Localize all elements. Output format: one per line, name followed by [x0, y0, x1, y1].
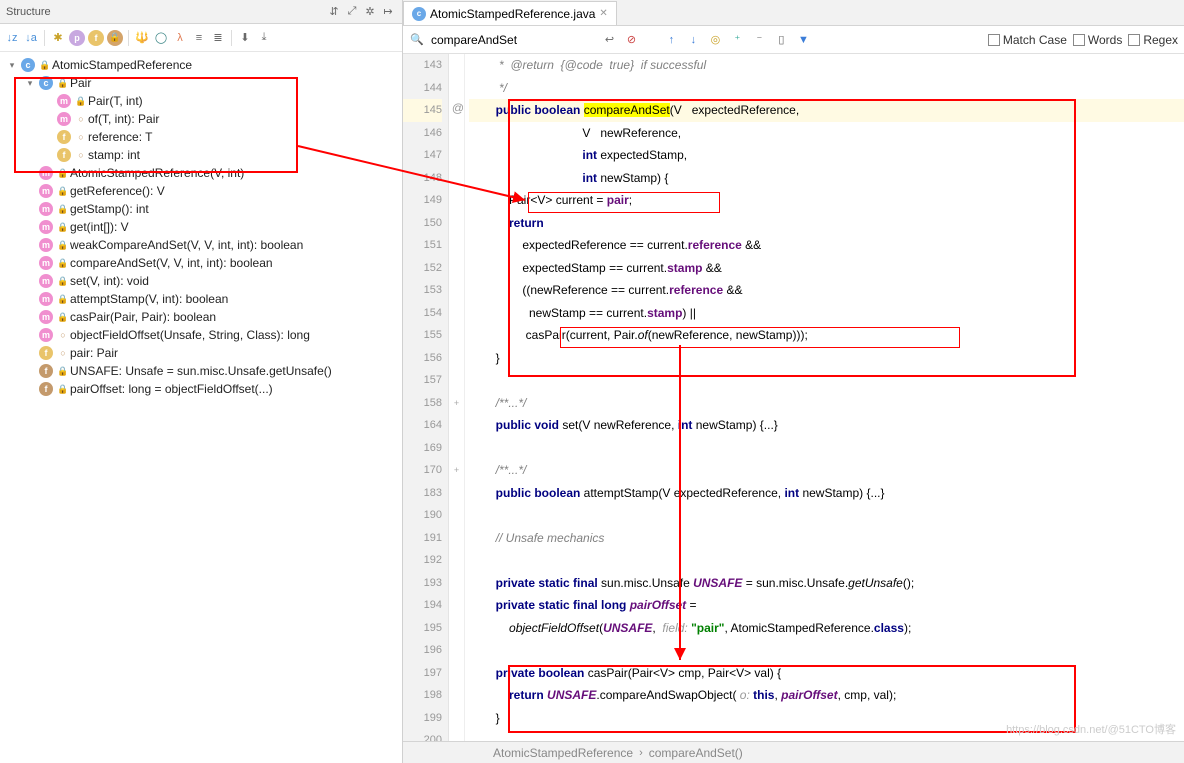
tree-node[interactable]: m🔒AtomicStampedReference(V, int) [2, 164, 400, 182]
settings-icon[interactable]: ✲ [362, 4, 378, 20]
sort-alpha2-icon[interactable]: ↓a [23, 30, 39, 46]
inherit-icon[interactable]: 🔱 [134, 30, 150, 46]
watermark: https://blog.csdn.net/@51CTO博客 [1006, 721, 1176, 737]
search-icon: 🔍 [409, 32, 425, 48]
code-area[interactable]: * @return {@code true} if successful */ … [465, 54, 1184, 741]
tree-node[interactable]: m🔒weakCompareAndSet(V, V, int, int): boo… [2, 236, 400, 254]
tree-node[interactable]: m🔒attemptStamp(V, int): boolean [2, 290, 400, 308]
tree-node[interactable]: m🔒getReference(): V [2, 182, 400, 200]
tree-node[interactable]: f🔒pairOffset: long = objectFieldOffset(.… [2, 380, 400, 398]
tree-node[interactable]: m🔒getStamp(): int [2, 200, 400, 218]
target-icon[interactable]: ◎ [707, 32, 723, 48]
breadcrumb-class[interactable]: AtomicStampedReference [493, 746, 633, 760]
code-editor[interactable]: 1431441451461471481491501511521531541551… [403, 54, 1184, 741]
back-icon[interactable]: ↩ [601, 32, 617, 48]
editor-panel: c AtomicStampedReference.java ✕ 🔍 ↩ ⊘ ↑ … [403, 0, 1184, 763]
tree-node[interactable]: m🔒set(V, int): void [2, 272, 400, 290]
tree-node[interactable]: m🔒Pair(T, int) [2, 92, 400, 110]
hide-icon[interactable]: ↦ [380, 4, 396, 20]
breadcrumb[interactable]: AtomicStampedReference › compareAndSet() [403, 741, 1184, 763]
next-match-icon[interactable]: ↓ [685, 32, 701, 48]
autoscroll-icon[interactable]: ⤓ [256, 30, 272, 46]
expand2-icon[interactable]: ≡ [191, 30, 207, 46]
breadcrumb-method[interactable]: compareAndSet() [649, 746, 743, 760]
rem-sel-icon[interactable]: ⁻ [751, 32, 767, 48]
match-case-checkbox[interactable]: Match Case [988, 33, 1067, 47]
sel-all-icon[interactable]: ▯ [773, 32, 789, 48]
search-input[interactable] [431, 33, 595, 47]
collapse2-icon[interactable]: ≣ [210, 30, 226, 46]
tree-node[interactable]: ▾c🔒AtomicStampedReference [2, 56, 400, 74]
java-class-icon: c [412, 7, 426, 21]
tree-node[interactable]: m🔒casPair(Pair, Pair): boolean [2, 308, 400, 326]
tree-node[interactable]: f○stamp: int [2, 146, 400, 164]
close-tab-icon[interactable]: ✕ [599, 8, 607, 19]
tab-label: AtomicStampedReference.java [430, 7, 595, 21]
scroll-icon[interactable]: ⬇ [237, 30, 253, 46]
field-icon[interactable]: f [88, 30, 104, 46]
expand-icon[interactable]: ⇵ [326, 4, 342, 20]
line-gutter: 1431441451461471481491501511521531541551… [403, 54, 449, 741]
structure-tree[interactable]: ▾c🔒AtomicStampedReference▾c🔒Pairm🔒Pair(T… [0, 52, 402, 763]
tree-node[interactable]: m○of(T, int): Pair [2, 110, 400, 128]
tree-node[interactable]: ▾c🔒Pair [2, 74, 400, 92]
tree-node[interactable]: f○reference: T [2, 128, 400, 146]
words-checkbox[interactable]: Words [1073, 33, 1122, 47]
structure-title: Structure [6, 6, 324, 18]
fold-gutter[interactable]: ++ [449, 54, 465, 741]
find-bar: 🔍 ↩ ⊘ ↑ ↓ ◎ ⁺ ⁻ ▯ ▼ Match Case Words Reg… [403, 26, 1184, 54]
structure-toolbar: Structure ⇵ ⤢ ✲ ↦ [0, 0, 402, 24]
filter-search-icon[interactable]: ▼ [795, 32, 811, 48]
editor-tabs: c AtomicStampedReference.java ✕ [403, 0, 1184, 26]
filter-icon[interactable]: ✱ [50, 30, 66, 46]
tree-node[interactable]: m○objectFieldOffset(Unsafe, String, Clas… [2, 326, 400, 344]
tree-node[interactable]: f○pair: Pair [2, 344, 400, 362]
structure-filter-bar: ↓z ↓a ✱ p f 🔒 🔱 ◯ λ ≡ ≣ ⬇ ⤓ [0, 24, 402, 52]
prev-match-icon[interactable]: ↑ [663, 32, 679, 48]
regex-checkbox[interactable]: Regex [1128, 33, 1178, 47]
anon-icon[interactable]: ◯ [153, 30, 169, 46]
sort-alpha-icon[interactable]: ↓z [4, 30, 20, 46]
property-icon[interactable]: p [69, 30, 85, 46]
tree-node[interactable]: m🔒get(int[]): V [2, 218, 400, 236]
lock-icon[interactable]: 🔒 [107, 30, 123, 46]
collapse-icon[interactable]: ⤢ [344, 4, 360, 20]
clear-icon[interactable]: ⊘ [623, 32, 639, 48]
tab-file[interactable]: c AtomicStampedReference.java ✕ [403, 1, 617, 25]
tree-node[interactable]: m🔒compareAndSet(V, V, int, int): boolean [2, 254, 400, 272]
tree-node[interactable]: f🔒UNSAFE: Unsafe = sun.misc.Unsafe.getUn… [2, 362, 400, 380]
lambda-icon[interactable]: λ [172, 30, 188, 46]
override-icon[interactable]: @ [451, 101, 465, 115]
add-sel-icon[interactable]: ⁺ [729, 32, 745, 48]
structure-panel: Structure ⇵ ⤢ ✲ ↦ ↓z ↓a ✱ p f 🔒 🔱 ◯ λ ≡ … [0, 0, 403, 763]
